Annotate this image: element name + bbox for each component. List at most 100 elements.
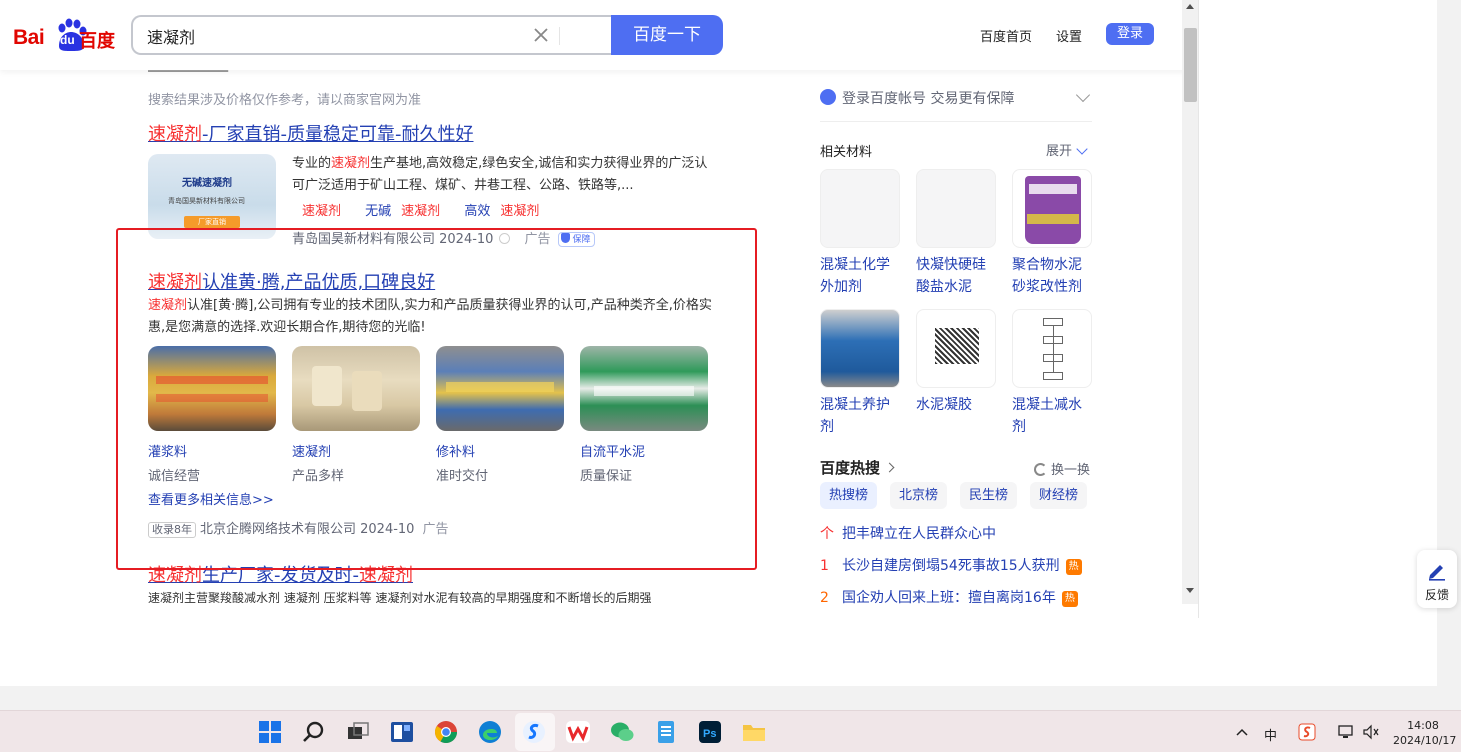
photoshop-icon[interactable]: Ps xyxy=(697,719,723,745)
material-image[interactable] xyxy=(916,309,996,388)
divider xyxy=(559,27,560,45)
product-name[interactable]: 自流平水泥 xyxy=(580,441,708,460)
wechat-icon[interactable] xyxy=(609,719,635,745)
info-circle-icon[interactable] xyxy=(499,233,511,244)
material-card[interactable]: 混凝土化学 外加剂 xyxy=(820,169,900,298)
material-image[interactable] xyxy=(820,309,900,388)
refresh-icon xyxy=(1034,463,1047,476)
material-card[interactable]: 快凝快硬硅 酸盐水泥 xyxy=(916,169,996,298)
blank-area xyxy=(1199,0,1437,686)
result-1-title-highlight: 速凝剂 xyxy=(148,124,202,145)
search-header: Bai du 百度 百度一下 百度首页 设置 登录 xyxy=(0,0,1198,70)
material-name[interactable]: 快凝快硬硅 酸盐水泥 xyxy=(916,254,996,298)
login-button[interactable]: 登录 xyxy=(1106,23,1154,45)
material-image[interactable] xyxy=(1012,169,1092,248)
material-image[interactable] xyxy=(1012,309,1092,388)
product-image[interactable] xyxy=(292,346,420,431)
product-image[interactable] xyxy=(580,346,708,431)
widgets-icon[interactable] xyxy=(389,719,415,745)
result-1-title[interactable]: 速凝剂-厂家直销-质量稳定可靠-耐久性好 xyxy=(148,120,473,146)
volume-muted-icon[interactable] xyxy=(1362,724,1380,740)
material-card[interactable]: 混凝土减水剂 xyxy=(1012,309,1092,438)
material-name[interactable]: 混凝土化学 外加剂 xyxy=(820,254,900,298)
material-name[interactable]: 混凝土养护剂 xyxy=(820,394,900,438)
chevron-down-icon[interactable] xyxy=(1075,87,1091,103)
result-1-tag[interactable]: 速凝剂 xyxy=(292,204,351,219)
sogou-ime-icon[interactable] xyxy=(1298,723,1316,741)
product-image[interactable] xyxy=(436,346,564,431)
hot-search-item[interactable]: 2 国企劝人回来上班：擅自离岗16年热 xyxy=(820,587,1078,607)
tab-finance[interactable]: 财经榜 xyxy=(1030,482,1088,509)
material-name[interactable]: 水泥凝胶 xyxy=(916,394,996,416)
guarantee-badge[interactable]: 保障 xyxy=(558,232,596,247)
material-card[interactable]: 水泥凝胶 xyxy=(916,309,996,416)
chevron-up-icon[interactable] xyxy=(1236,727,1248,737)
chevron-down-icon xyxy=(1076,143,1088,155)
scroll-down-arrow-icon[interactable] xyxy=(1186,588,1194,593)
vertical-scrollbar[interactable] xyxy=(1182,0,1198,604)
product-name[interactable]: 修补料 xyxy=(436,441,564,460)
product-subtitle: 准时交付 xyxy=(436,469,489,484)
search-icon[interactable] xyxy=(301,719,327,745)
result-2-description: 速凝剂认准[黄·腾],公司拥有专业的技术团队,实力和产品质量获得业界的认可,产品… xyxy=(148,298,712,335)
result-1-source: 青岛国昊新材料有限公司 2024-10 广告 保障 xyxy=(292,228,596,247)
more-info-link[interactable]: 查看更多相关信息>> xyxy=(148,489,274,508)
rank-number: 1 xyxy=(820,558,829,574)
ad-label: 广告 xyxy=(524,232,551,247)
material-card[interactable]: 聚合物水泥 砂浆改性剂 xyxy=(1012,169,1092,298)
product-card[interactable]: 速凝剂 产品多样 xyxy=(292,346,420,484)
product-card[interactable]: 自流平水泥 质量保证 xyxy=(580,346,708,484)
wps-icon[interactable] xyxy=(565,719,591,745)
material-card[interactable]: 混凝土养护剂 xyxy=(820,309,900,438)
product-name[interactable]: 灌浆料 xyxy=(148,441,276,460)
refresh-button[interactable]: 换一换 xyxy=(1034,459,1090,478)
notepad-icon[interactable] xyxy=(653,719,679,745)
clear-icon[interactable] xyxy=(531,25,551,45)
product-card[interactable]: 灌浆料 诚信经营 xyxy=(148,346,276,484)
hot-badge: 热 xyxy=(1061,591,1078,607)
search-box[interactable] xyxy=(131,15,613,55)
tab-livelihood[interactable]: 民生榜 xyxy=(960,482,1018,509)
feedback-button[interactable]: 反馈 xyxy=(1417,550,1457,608)
result-1-tag[interactable]: 无碱 速凝剂 xyxy=(365,204,450,219)
expand-button[interactable]: 展开 xyxy=(1046,140,1088,159)
system-clock[interactable]: 14:08 2024/10/17 xyxy=(1393,718,1456,748)
baidu-logo[interactable]: Bai du 百度 xyxy=(13,18,117,54)
hot-search-item[interactable]: 1 长沙自建房倒塌54死事故15人获刑热 xyxy=(820,555,1082,575)
search-input[interactable] xyxy=(147,25,527,47)
sogou-browser-icon[interactable] xyxy=(521,719,547,745)
scroll-thumb[interactable] xyxy=(1184,28,1197,102)
chrome-icon[interactable] xyxy=(433,719,459,745)
settings-link[interactable]: 设置 xyxy=(1056,26,1082,45)
product-card[interactable]: 修补料 准时交付 xyxy=(436,346,564,484)
shield-icon xyxy=(561,233,571,243)
baidu-home-link[interactable]: 百度首页 xyxy=(980,26,1032,45)
account-login-prompt[interactable]: 登录百度帐号 交易更有保障 xyxy=(820,87,1092,108)
result-1-tag[interactable]: 高效 速凝剂 xyxy=(464,204,549,219)
tab-hot-search[interactable]: 热搜榜 xyxy=(820,482,878,509)
task-view-icon[interactable] xyxy=(345,719,371,745)
hot-search-item[interactable]: 个把丰碑立在人民群众心中 xyxy=(820,523,996,543)
product-name[interactable]: 速凝剂 xyxy=(292,441,420,460)
thumbnail-tag-text: 厂家直销 xyxy=(184,216,240,228)
ad-label: 广告 xyxy=(422,522,449,537)
windows-start-icon[interactable] xyxy=(257,719,283,745)
material-image[interactable] xyxy=(916,169,996,248)
product-subtitle: 质量保证 xyxy=(580,469,633,484)
edge-icon[interactable] xyxy=(477,719,503,745)
material-name[interactable]: 混凝土减水剂 xyxy=(1012,394,1092,438)
tab-beijing[interactable]: 北京榜 xyxy=(890,482,948,509)
material-image[interactable] xyxy=(820,169,900,248)
product-subtitle: 诚信经营 xyxy=(148,469,201,484)
network-icon[interactable] xyxy=(1338,724,1356,740)
result-2-title[interactable]: 速凝剂认准黄·腾,产品优质,口碑良好 xyxy=(148,268,435,294)
search-button[interactable]: 百度一下 xyxy=(611,15,723,55)
hot-search-title[interactable]: 百度热搜 xyxy=(820,457,895,478)
product-image[interactable] xyxy=(148,346,276,431)
result-3-title[interactable]: 速凝剂生产厂家-发货及时-速凝剂 xyxy=(148,561,413,587)
scroll-up-arrow-icon[interactable] xyxy=(1186,4,1194,9)
result-1-thumbnail[interactable]: 无碱速凝剂 青岛国昊新材料有限公司 厂家直销 xyxy=(148,154,276,239)
ime-indicator[interactable]: 中 xyxy=(1264,725,1277,744)
file-explorer-icon[interactable] xyxy=(741,719,767,745)
material-name[interactable]: 聚合物水泥 砂浆改性剂 xyxy=(1012,254,1092,298)
